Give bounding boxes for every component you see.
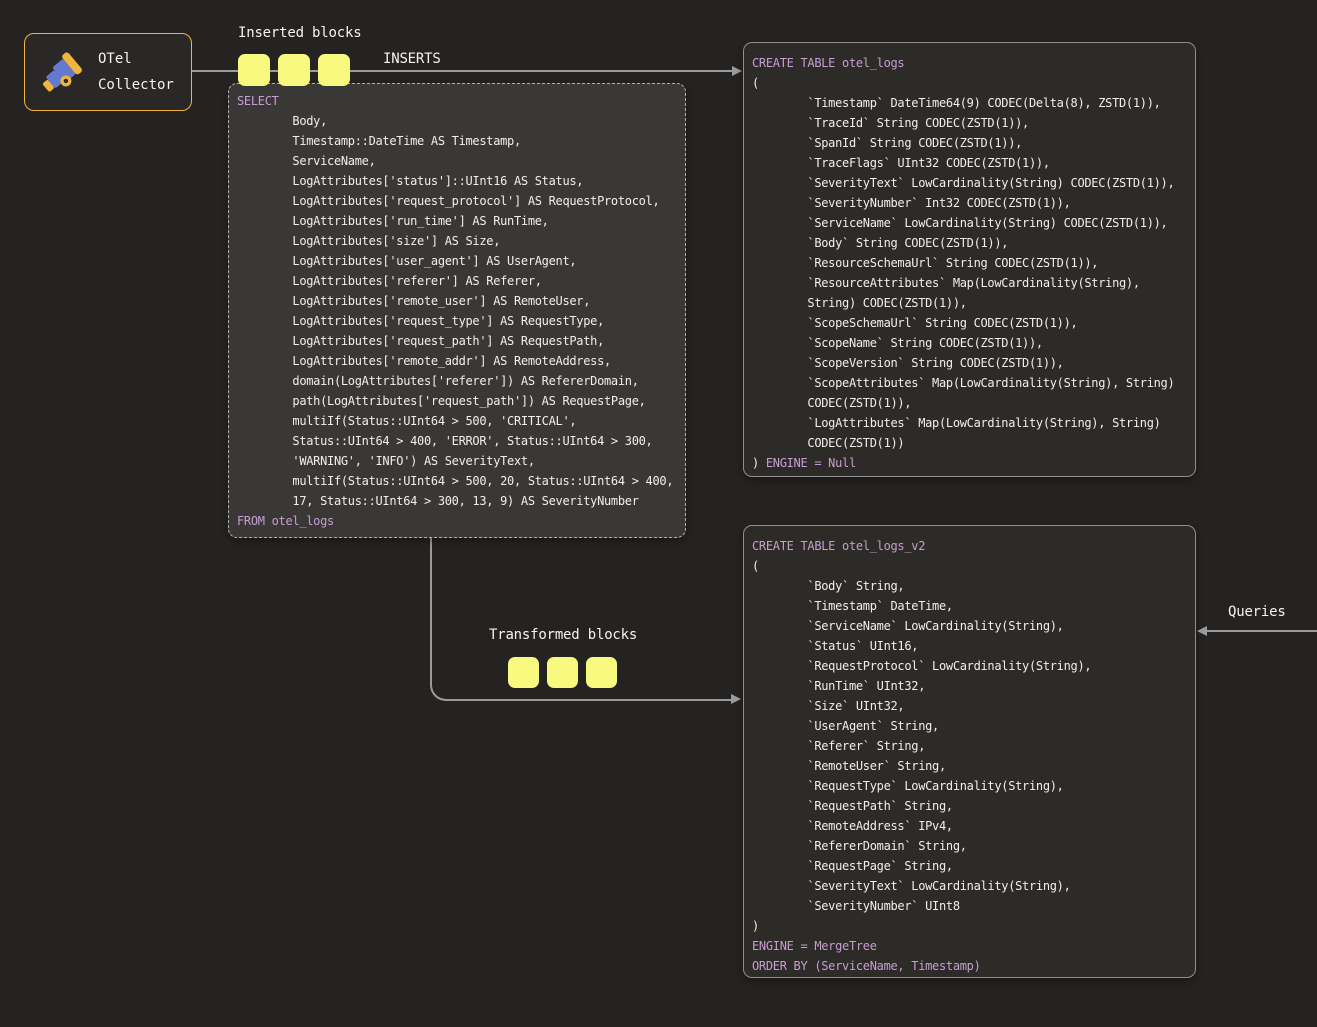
- code-line: `SeverityNumber` Int32 CODEC(ZSTD(1)),: [752, 193, 1187, 213]
- code-line: `SeverityText` LowCardinality(String) CO…: [752, 173, 1187, 193]
- otel-collector-label: OTel Collector: [98, 46, 174, 98]
- data-block: [278, 54, 310, 86]
- code-line: LogAttributes['request_type'] AS Request…: [237, 311, 677, 331]
- inserts-arrowhead-icon: [732, 66, 742, 76]
- code-line: `TraceId` String CODEC(ZSTD(1)),: [752, 113, 1187, 133]
- queries-label: Queries: [1228, 604, 1286, 620]
- otel-collector-label-line2: Collector: [98, 77, 174, 93]
- code-line: (: [752, 556, 1187, 576]
- code-line: LogAttributes['status']::UInt16 AS Statu…: [237, 171, 677, 191]
- code-line: `ServiceName` LowCardinality(String) COD…: [752, 213, 1187, 233]
- code-line: `Status` UInt16,: [752, 636, 1187, 656]
- code-line: ): [752, 916, 1187, 936]
- code-line: `Body` String CODEC(ZSTD(1)),: [752, 233, 1187, 253]
- code-line: FROM otel_logs: [237, 511, 677, 531]
- code-line: String) CODEC(ZSTD(1)),: [752, 293, 1187, 313]
- code-line: CODEC(ZSTD(1)),: [752, 393, 1187, 413]
- code-line: LogAttributes['size'] AS Size,: [237, 231, 677, 251]
- code-line: `SeverityNumber` UInt8: [752, 896, 1187, 916]
- code-line: `RequestProtocol` LowCardinality(String)…: [752, 656, 1187, 676]
- code-line: `Referer` String,: [752, 736, 1187, 756]
- code-line: Body,: [237, 111, 677, 131]
- code-line: `RemoteAddress` IPv4,: [752, 816, 1187, 836]
- code-line: LogAttributes['request_path'] AS Request…: [237, 331, 677, 351]
- code-line: `RunTime` UInt32,: [752, 676, 1187, 696]
- code-line: `ScopeName` String CODEC(ZSTD(1)),: [752, 333, 1187, 353]
- queries-arrowhead-icon: [1197, 626, 1207, 636]
- code-line: `RequestPath` String,: [752, 796, 1187, 816]
- code-line: `Timestamp` DateTime,: [752, 596, 1187, 616]
- code-line: LogAttributes['remote_user'] AS RemoteUs…: [237, 291, 677, 311]
- code-line: `ServiceName` LowCardinality(String),: [752, 616, 1187, 636]
- code-line: path(LogAttributes['request_path']) AS R…: [237, 391, 677, 411]
- transform-arrowhead-icon: [731, 694, 741, 704]
- inserted-blocks-label: Inserted blocks: [238, 25, 361, 41]
- otel-clickhouse-flow-diagram: OTel Collector Inserted blocks INSERTS SE…: [0, 0, 1317, 1027]
- transformed-blocks-group: [508, 657, 617, 688]
- code-line: CREATE TABLE otel_logs: [752, 53, 1187, 73]
- code-line: Status::UInt64 > 400, 'ERROR', Status::U…: [237, 431, 677, 451]
- code-line: CODEC(ZSTD(1)): [752, 433, 1187, 453]
- telescope-icon: [37, 48, 85, 96]
- code-line: `RequestPage` String,: [752, 856, 1187, 876]
- select-query-panel: SELECT Body, Timestamp::DateTime AS Time…: [228, 83, 686, 538]
- code-line: CREATE TABLE otel_logs_v2: [752, 536, 1187, 556]
- code-line: `ScopeSchemaUrl` String CODEC(ZSTD(1)),: [752, 313, 1187, 333]
- code-line: ServiceName,: [237, 151, 677, 171]
- code-line: LogAttributes['run_time'] AS RunTime,: [237, 211, 677, 231]
- code-line: domain(LogAttributes['referer']) AS Refe…: [237, 371, 677, 391]
- code-line: ORDER BY (ServiceName, Timestamp): [752, 956, 1187, 976]
- code-line: `Body` String,: [752, 576, 1187, 596]
- code-line: `ResourceSchemaUrl` String CODEC(ZSTD(1)…: [752, 253, 1187, 273]
- code-line: LogAttributes['referer'] AS Referer,: [237, 271, 677, 291]
- code-line: `RefererDomain` String,: [752, 836, 1187, 856]
- code-line: SELECT: [237, 91, 677, 111]
- otel-collector-label-line1: OTel: [98, 51, 132, 67]
- data-block: [508, 657, 539, 688]
- code-line: 'WARNING', 'INFO') AS SeverityText,: [237, 451, 677, 471]
- code-line: `Size` UInt32,: [752, 696, 1187, 716]
- code-line: `TraceFlags` UInt32 CODEC(ZSTD(1)),: [752, 153, 1187, 173]
- code-line: `ScopeVersion` String CODEC(ZSTD(1)),: [752, 353, 1187, 373]
- code-line: (: [752, 73, 1187, 93]
- code-line: `RequestType` LowCardinality(String),: [752, 776, 1187, 796]
- otel-logs-v2-table-panel: CREATE TABLE otel_logs_v2( `Body` String…: [743, 525, 1196, 978]
- code-line: Timestamp::DateTime AS Timestamp,: [237, 131, 677, 151]
- otel-collector-card: OTel Collector: [24, 33, 192, 111]
- code-line: `Timestamp` DateTime64(9) CODEC(Delta(8)…: [752, 93, 1187, 113]
- otel-logs-table-panel: CREATE TABLE otel_logs( `Timestamp` Date…: [743, 42, 1196, 477]
- code-line: ENGINE = MergeTree: [752, 936, 1187, 956]
- data-block: [238, 54, 270, 86]
- inserts-label: INSERTS: [383, 51, 441, 67]
- code-line: multiIf(Status::UInt64 > 500, 'CRITICAL'…: [237, 411, 677, 431]
- code-line: `ResourceAttributes` Map(LowCardinality(…: [752, 273, 1187, 293]
- inserted-blocks-group: [238, 54, 350, 86]
- code-line: LogAttributes['remote_addr'] AS RemoteAd…: [237, 351, 677, 371]
- code-line: `SpanId` String CODEC(ZSTD(1)),: [752, 133, 1187, 153]
- data-block: [547, 657, 578, 688]
- data-block: [318, 54, 350, 86]
- code-line: multiIf(Status::UInt64 > 500, 20, Status…: [237, 471, 677, 491]
- code-line: LogAttributes['user_agent'] AS UserAgent…: [237, 251, 677, 271]
- code-line: `SeverityText` LowCardinality(String),: [752, 876, 1187, 896]
- code-line: 17, Status::UInt64 > 300, 13, 9) AS Seve…: [237, 491, 677, 511]
- queries-arrow-line: [1204, 630, 1317, 632]
- data-block: [586, 657, 617, 688]
- code-line: `RemoteUser` String,: [752, 756, 1187, 776]
- code-line: LogAttributes['request_protocol'] AS Req…: [237, 191, 677, 211]
- code-line: `UserAgent` String,: [752, 716, 1187, 736]
- code-line: `LogAttributes` Map(LowCardinality(Strin…: [752, 413, 1187, 433]
- code-line: ) ENGINE = Null: [752, 453, 1187, 473]
- code-line: `ScopeAttributes` Map(LowCardinality(Str…: [752, 373, 1187, 393]
